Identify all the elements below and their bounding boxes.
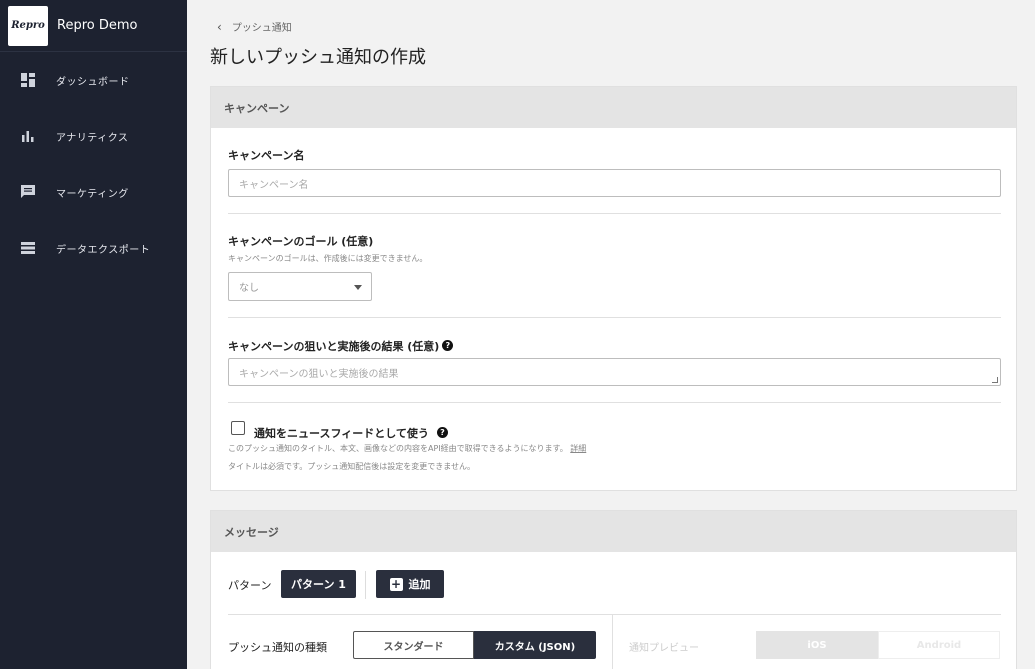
sidebar-item-marketing[interactable]: マーケティング <box>0 172 187 212</box>
message-icon <box>21 185 35 198</box>
help-icon[interactable]: ? <box>442 340 454 351</box>
repro-logo[interactable]: Repro <box>8 5 48 46</box>
add-pattern-button[interactable]: + 追加 <box>376 570 444 598</box>
campaign-aim-placeholder: キャンペーンの狙いと実施後の結果 <box>239 368 399 380</box>
sidebar-item-data-export[interactable]: データエクスポート <box>0 228 187 268</box>
newsfeed-help-line2: タイトルは必須です。プッシュ通知配信後は設定を変更できません。 <box>228 462 475 471</box>
help-icon[interactable]: ? <box>436 427 448 438</box>
push-type-standard[interactable]: スタンダード <box>353 631 474 659</box>
campaign-name-placeholder: キャンペーン名 <box>239 179 309 191</box>
campaign-aim-label: キャンペーンの狙いと実施後の結果 (任意) <box>228 340 440 353</box>
page-title: 新しいプッシュ通知の作成 <box>210 47 426 68</box>
sidebar: Repro Repro Demo ダッシュボード アナリティクス マーケティング… <box>0 0 187 669</box>
breadcrumb[interactable]: ‹ プッシュ通知 <box>217 19 292 35</box>
chevron-left-icon: ‹ <box>217 19 222 34</box>
newsfeed-help-line1: このプッシュ通知のタイトル、本文、画像などの内容をAPI経由で取得できるようにな… <box>228 443 1001 454</box>
plus-icon: + <box>389 577 403 591</box>
message-card-header: メッセージ <box>211 511 1016 552</box>
pattern-1-tab[interactable]: パターン 1 <box>281 570 356 598</box>
add-pattern-label: 追加 <box>408 578 431 591</box>
campaign-aim-textarea[interactable]: キャンペーンの狙いと実施後の結果 <box>228 358 1001 386</box>
newsfeed-detail-link[interactable]: 詳細 <box>570 444 586 453</box>
newsfeed-checkbox[interactable] <box>231 421 245 435</box>
brand-header: Repro Repro Demo <box>0 0 187 52</box>
sidebar-item-analytics[interactable]: アナリティクス <box>0 116 187 156</box>
sidebar-item-label: アナリティクス <box>56 132 129 144</box>
pattern-label: パターン <box>228 579 272 592</box>
campaign-aim-section: キャンペーンの狙いと実施後の結果 (任意)? <box>228 335 1001 354</box>
divider <box>365 571 366 599</box>
sidebar-item-label: データエクスポート <box>56 244 151 256</box>
main-content: ‹ プッシュ通知 新しいプッシュ通知の作成 キャンペーン キャンペーン名 キャン… <box>187 0 1035 669</box>
campaign-card-header: キャンペーン <box>211 87 1016 128</box>
campaign-card: キャンペーン キャンペーン名 キャンペーン名 キャンペーンのゴール (任意) キ… <box>210 86 1017 491</box>
campaign-name-label: キャンペーン名 <box>228 149 305 162</box>
campaign-goal-select[interactable]: なし <box>228 272 372 301</box>
newsfeed-section: 通知をニュースフィードとして使う? <box>254 422 994 441</box>
preview-ios-tab[interactable]: iOS <box>756 631 878 659</box>
newsfeed-label: 通知をニュースフィードとして使う <box>254 427 429 440</box>
campaign-goal-help: キャンペーンのゴールは、作成後には変更できません。 <box>228 254 428 263</box>
divider <box>228 614 1001 615</box>
list-icon <box>21 242 35 254</box>
divider <box>612 614 613 669</box>
preview-label: 通知プレビュー <box>629 643 699 654</box>
sidebar-item-label: ダッシュボード <box>56 76 130 88</box>
campaign-goal-value: なし <box>239 283 259 294</box>
preview-android-tab[interactable]: Android <box>878 631 1000 659</box>
campaign-goal-section: キャンペーンのゴール (任意) キャンペーンのゴールは、作成後には変更できません… <box>228 233 1001 264</box>
newsfeed-help: このプッシュ通知のタイトル、本文、画像などの内容をAPI経由で取得できるようにな… <box>228 443 1001 472</box>
divider <box>228 317 1001 318</box>
sidebar-item-dashboard[interactable]: ダッシュボード <box>0 60 187 100</box>
newsfeed-help-text: このプッシュ通知のタイトル、本文、画像などの内容をAPI経由で取得できるようにな… <box>228 444 568 453</box>
app-name: Repro Demo <box>57 18 138 33</box>
campaign-name-input[interactable]: キャンペーン名 <box>228 169 1001 197</box>
campaign-name-section: キャンペーン名 <box>228 147 1001 163</box>
message-card: メッセージ パターン パターン 1 + 追加 プッシュ通知の種類 スタンダード … <box>210 510 1017 669</box>
divider <box>228 402 1001 403</box>
sidebar-item-label: マーケティング <box>56 188 129 200</box>
dashboard-icon <box>21 73 35 87</box>
push-type-label: プッシュ通知の種類 <box>228 641 327 654</box>
caret-down-icon <box>354 285 362 290</box>
push-type-custom-json[interactable]: カスタム (JSON) <box>474 631 596 659</box>
campaign-goal-label: キャンペーンのゴール (任意) <box>228 235 374 248</box>
divider <box>228 213 1001 214</box>
breadcrumb-label: プッシュ通知 <box>231 23 292 34</box>
bar-chart-icon <box>22 131 34 142</box>
resize-handle-icon[interactable] <box>992 377 998 383</box>
